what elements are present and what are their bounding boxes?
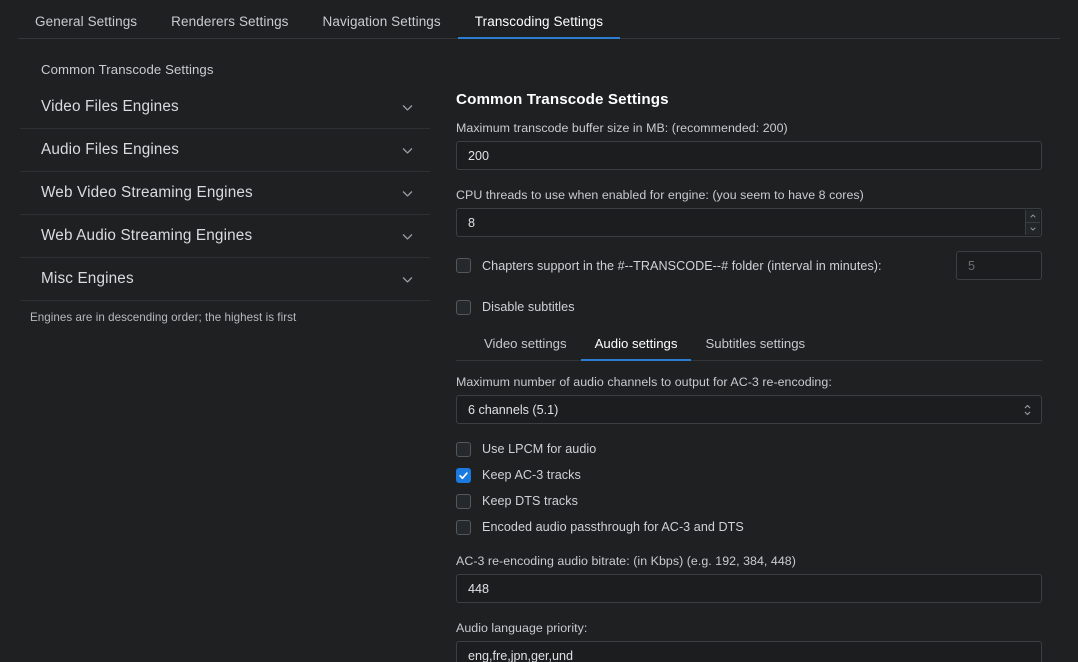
- tab-renderers-settings[interactable]: Renderers Settings: [154, 14, 305, 39]
- sidebar-item-label: Web Video Streaming Engines: [41, 184, 253, 201]
- settings-tab-bar: Video settings Audio settings Subtitles …: [456, 336, 1042, 361]
- sidebar-item-label: Audio Files Engines: [41, 141, 180, 158]
- page-title: Common Transcode Settings: [456, 91, 669, 108]
- keep-dts-checkbox[interactable]: [456, 493, 471, 509]
- disable-subtitles-label: Disable subtitles: [482, 300, 575, 314]
- chapters-support-checkbox[interactable]: [456, 258, 471, 273]
- engines-sidebar: Common Transcode Settings Video Files En…: [0, 39, 452, 324]
- ac3-bitrate-label: AC-3 re-encoding audio bitrate: (in Kbps…: [456, 554, 796, 568]
- tab-general-settings[interactable]: General Settings: [18, 14, 154, 39]
- audio-channels-label: Maximum number of audio channels to outp…: [456, 375, 832, 389]
- use-lpcm-checkbox[interactable]: [456, 441, 471, 457]
- keep-dts-label: Keep DTS tracks: [482, 494, 578, 508]
- tab-video-settings[interactable]: Video settings: [470, 336, 581, 361]
- engines-order-note: Engines are in descending order; the hig…: [30, 311, 297, 324]
- chapters-interval-input[interactable]: [956, 251, 1042, 280]
- audio-language-priority-input[interactable]: [456, 641, 1042, 662]
- audio-channels-selected-value[interactable]: 6 channels (5.1): [456, 395, 1042, 424]
- cpu-threads-label: CPU threads to use when enabled for engi…: [456, 188, 864, 202]
- audio-channels-select[interactable]: 6 channels (5.1): [456, 395, 1042, 424]
- content-area: Common Transcode Settings Video Files En…: [0, 39, 1078, 662]
- buffer-size-input[interactable]: [456, 141, 1042, 170]
- sidebar-item-common-transcode-settings[interactable]: Common Transcode Settings: [20, 53, 430, 86]
- chapters-support-row: Chapters support in the #--TRANSCODE--# …: [456, 251, 1042, 280]
- chapters-support-label: Chapters support in the #--TRANSCODE--# …: [482, 258, 882, 273]
- cpu-threads-spinner[interactable]: [1025, 210, 1040, 235]
- settings-panel: Common Transcode Settings Maximum transc…: [452, 39, 1078, 662]
- tab-audio-settings[interactable]: Audio settings: [580, 336, 692, 361]
- sidebar-item-video-files-engines[interactable]: Video Files Engines: [20, 86, 430, 129]
- tab-navigation-settings[interactable]: Navigation Settings: [306, 14, 458, 39]
- encoded-passthrough-label: Encoded audio passthrough for AC-3 and D…: [482, 520, 744, 534]
- sidebar-item-label: Video Files Engines: [41, 98, 179, 115]
- sidebar-item-web-video-streaming-engines[interactable]: Web Video Streaming Engines: [20, 172, 430, 215]
- cpu-threads-stepper[interactable]: [456, 208, 1042, 237]
- encoded-passthrough-row: Encoded audio passthrough for AC-3 and D…: [456, 514, 1042, 540]
- cpu-threads-input[interactable]: [456, 208, 1042, 237]
- chevron-down-icon: [401, 273, 414, 286]
- tab-subtitles-settings[interactable]: Subtitles settings: [691, 336, 819, 361]
- sidebar-item-audio-files-engines[interactable]: Audio Files Engines: [20, 129, 430, 172]
- chevron-down-icon: [401, 144, 414, 157]
- chevron-up-down-icon: [1023, 404, 1032, 416]
- sidebar-item-label: Misc Engines: [41, 270, 134, 287]
- tab-transcoding-settings[interactable]: Transcoding Settings: [457, 14, 621, 39]
- chevron-down-icon: [401, 187, 414, 200]
- spinner-down-button[interactable]: [1026, 222, 1040, 235]
- spinner-up-button[interactable]: [1026, 210, 1040, 223]
- keep-ac3-label: Keep AC-3 tracks: [482, 468, 581, 482]
- sidebar-item-misc-engines[interactable]: Misc Engines: [20, 258, 430, 301]
- keep-dts-row: Keep DTS tracks: [456, 488, 1042, 514]
- buffer-size-label: Maximum transcode buffer size in MB: (re…: [456, 121, 788, 135]
- chevron-down-icon: [401, 101, 414, 114]
- encoded-passthrough-checkbox[interactable]: [456, 519, 471, 535]
- disable-subtitles-checkbox[interactable]: [456, 299, 471, 315]
- use-lpcm-row: Use LPCM for audio: [456, 436, 1042, 462]
- disable-subtitles-row: Disable subtitles: [456, 292, 1042, 322]
- audio-language-priority-label: Audio language priority:: [456, 621, 588, 635]
- keep-ac3-checkbox[interactable]: [456, 467, 471, 483]
- top-tab-bar: General Settings Renderers Settings Navi…: [0, 0, 1078, 39]
- sidebar-item-label: Web Audio Streaming Engines: [41, 227, 253, 244]
- chevron-down-icon: [401, 230, 414, 243]
- sidebar-item-web-audio-streaming-engines[interactable]: Web Audio Streaming Engines: [20, 215, 430, 258]
- use-lpcm-label: Use LPCM for audio: [482, 442, 597, 456]
- keep-ac3-row: Keep AC-3 tracks: [456, 462, 1042, 488]
- ac3-bitrate-input[interactable]: [456, 574, 1042, 603]
